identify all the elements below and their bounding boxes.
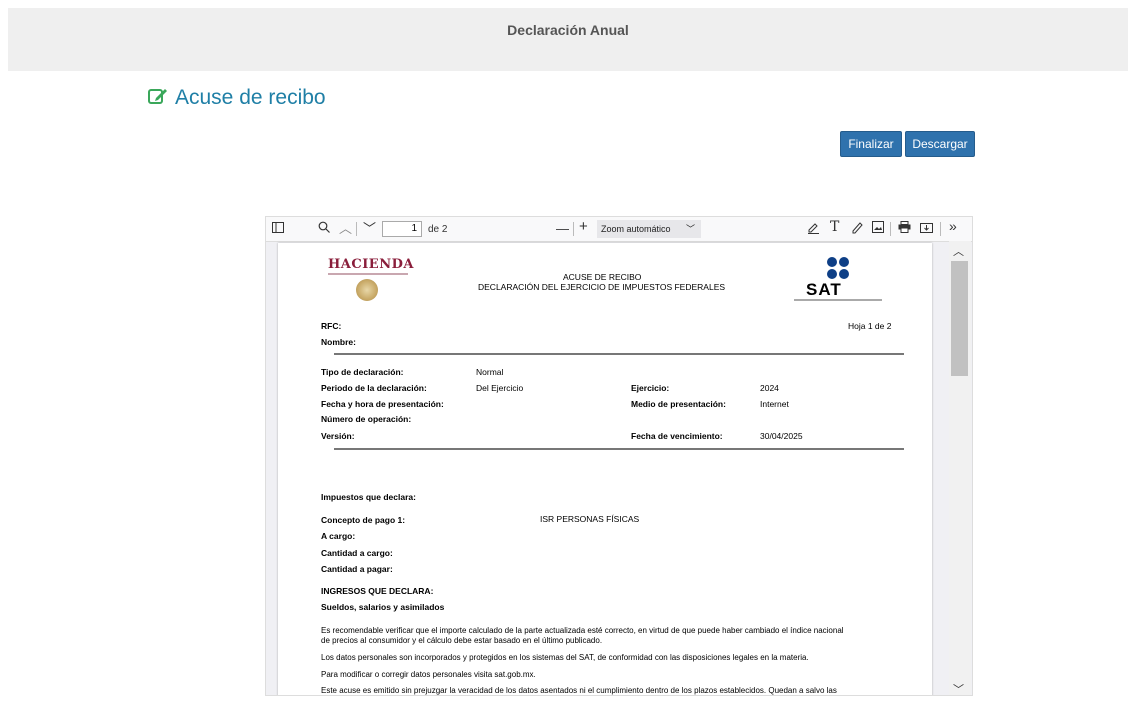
page-number-input[interactable]: 1	[382, 221, 422, 237]
pdf-toolbar: ︿ ﹀ 1 de 2 — + Zoom automático ﹀ T »	[266, 217, 972, 242]
ingresos-label: INGRESOS QUE DECLARA:	[321, 586, 434, 596]
print-icon[interactable]	[898, 221, 911, 237]
page-indicator: Hoja 1 de 2	[848, 321, 892, 331]
tipo-value: Normal	[476, 367, 504, 377]
page-title: Acuse de recibo	[175, 86, 326, 109]
zoom-in-icon[interactable]: +	[579, 219, 588, 235]
text-icon[interactable]: T	[830, 219, 839, 235]
divider	[334, 353, 904, 355]
sat-logo-text: SAT	[806, 280, 842, 299]
rfc-label: RFC:	[321, 321, 342, 331]
toolbar-separator	[573, 222, 574, 236]
sat-logo: SAT	[794, 257, 882, 317]
fecha-label: Fecha y hora de presentación:	[321, 399, 444, 409]
zoom-out-icon[interactable]: —	[556, 221, 569, 237]
paragraph-line: Para modificar o corregir datos personal…	[321, 670, 536, 679]
toolbar-separator	[940, 222, 941, 236]
edit-icon	[148, 87, 168, 110]
scroll-up-icon[interactable]: ︿	[953, 243, 964, 259]
medio-value: Internet	[760, 399, 789, 409]
pdf-page: HACIENDA ACUSE DE RECIBO DECLARACIÓN DEL…	[278, 243, 932, 695]
vertical-scrollbar[interactable]: ︿ ﹀	[949, 241, 971, 695]
zoom-select[interactable]: Zoom automático ﹀	[597, 220, 701, 238]
cantidad-pagar-label: Cantidad a pagar:	[321, 564, 393, 574]
vencimiento-value: 30/04/2025	[760, 431, 803, 441]
toolbar-separator	[356, 222, 357, 236]
sidebar-toggle-icon[interactable]	[272, 221, 284, 237]
top-bar: Declaración Anual	[8, 8, 1128, 71]
doc-title-line2: DECLARACIÓN DEL EJERCICIO DE IMPUESTOS F…	[478, 282, 726, 292]
image-icon[interactable]	[872, 221, 884, 237]
finalizar-button[interactable]: Finalizar	[840, 131, 902, 157]
ejercicio-label: Ejercicio:	[631, 383, 670, 393]
hacienda-logo: HACIENDA	[328, 257, 414, 272]
page-total: de 2	[428, 224, 448, 235]
version-label: Versión:	[321, 431, 355, 441]
paragraph-line: Este acuse es emitido sin prejuzgar la v…	[321, 686, 837, 695]
paragraph-line: de precios al consumidor y el cálculo de…	[321, 636, 603, 645]
descargar-button[interactable]: Descargar	[905, 131, 975, 157]
window-title: Declaración Anual	[507, 22, 629, 38]
scroll-down-icon[interactable]: ﹀	[953, 681, 964, 695]
sueldos-label: Sueldos, salarios y asimilados	[321, 602, 445, 612]
hacienda-logo-subtitle	[328, 273, 408, 275]
tipo-label: Tipo de declaración:	[321, 367, 404, 377]
divider	[334, 448, 904, 450]
concepto-value: ISR PERSONAS FÍSICAS	[540, 514, 640, 524]
toolbar-separator	[890, 222, 891, 236]
page-heading: Acuse de recibo	[148, 86, 326, 110]
zoom-value: Zoom automático	[601, 224, 671, 234]
chevron-up-icon[interactable]: ︿	[339, 221, 352, 237]
impuestos-label: Impuestos que declara:	[321, 492, 416, 502]
numero-label: Número de operación:	[321, 414, 412, 424]
vencimiento-label: Fecha de vencimiento:	[631, 431, 723, 441]
periodo-value: Del Ejercicio	[476, 383, 524, 393]
ejercicio-value: 2024	[760, 383, 779, 393]
paragraph-line: Los datos personales son incorporados y …	[321, 653, 809, 662]
pdf-viewer: ︿ ﹀ 1 de 2 — + Zoom automático ﹀ T » HAC…	[265, 216, 973, 696]
concepto-label: Concepto de pago 1:	[321, 515, 406, 525]
cantidad-cargo-label: Cantidad a cargo:	[321, 548, 393, 558]
chevron-down-icon[interactable]: ﹀	[363, 221, 376, 237]
draw-icon[interactable]	[851, 221, 864, 238]
chevron-down-icon: ﹀	[685, 224, 695, 234]
more-tools-icon[interactable]: »	[949, 218, 957, 234]
nombre-label: Nombre:	[321, 337, 356, 347]
acargo-label: A cargo:	[321, 531, 356, 541]
doc-title-line1: ACUSE DE RECIBO	[563, 272, 642, 282]
save-icon[interactable]	[920, 221, 933, 237]
search-icon[interactable]	[318, 221, 330, 237]
periodo-label: Periodo de la declaración:	[321, 383, 427, 393]
medio-label: Medio de presentación:	[631, 399, 726, 409]
scrollbar-thumb[interactable]	[951, 261, 968, 376]
mexico-seal-icon	[356, 279, 378, 301]
highlight-icon[interactable]	[807, 221, 820, 238]
paragraph-line: Es recomendable verificar que el importe…	[321, 626, 844, 635]
